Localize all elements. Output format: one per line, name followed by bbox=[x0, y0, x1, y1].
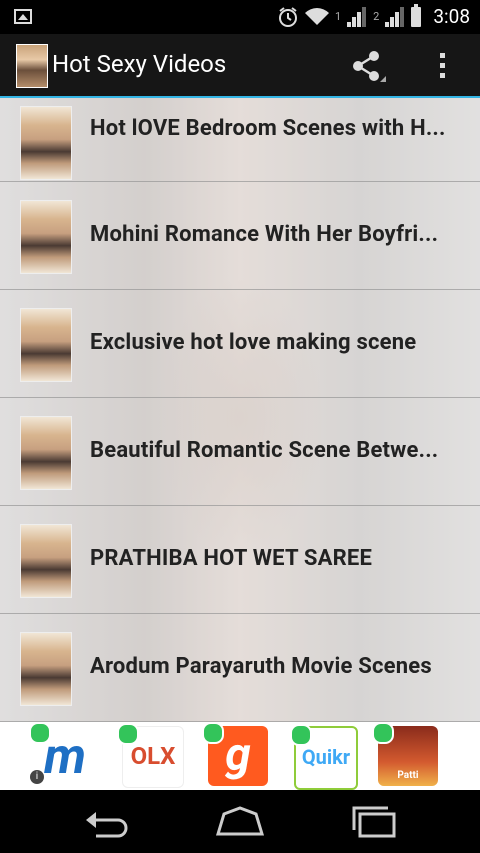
video-list: Hot lOVE Bedroom Scenes with H... Mohini… bbox=[0, 98, 480, 722]
video-thumbnail bbox=[20, 308, 72, 382]
app-icon[interactable] bbox=[16, 44, 48, 88]
share-button[interactable] bbox=[348, 48, 388, 84]
video-title: Arodum Parayaruth Movie Scenes bbox=[90, 654, 432, 679]
wifi-icon bbox=[304, 7, 329, 25]
ad-app-patti[interactable]: Patti bbox=[372, 722, 438, 786]
ad-app-g[interactable]: g bbox=[202, 722, 268, 786]
install-badge-icon bbox=[372, 722, 394, 744]
video-title: PRATHIBA HOT WET SAREE bbox=[90, 546, 373, 571]
list-item[interactable]: Hot lOVE Bedroom Scenes with H... bbox=[0, 98, 480, 182]
recents-icon bbox=[352, 806, 396, 838]
ad-app-quikr[interactable]: Quikr bbox=[290, 724, 358, 790]
system-nav-bar bbox=[0, 790, 480, 853]
gallery-notification-icon bbox=[14, 9, 32, 24]
video-title: Hot lOVE Bedroom Scenes with H... bbox=[90, 116, 446, 141]
video-thumbnail bbox=[20, 200, 72, 274]
home-icon bbox=[215, 806, 265, 836]
home-button[interactable] bbox=[214, 806, 265, 838]
video-thumbnail bbox=[20, 524, 72, 598]
video-title: Beautiful Romantic Scene Betwe... bbox=[90, 438, 439, 463]
video-list-container[interactable]: Hot lOVE Bedroom Scenes with H... Mohini… bbox=[0, 98, 480, 722]
video-title: Mohini Romance With Her Boyfri... bbox=[90, 222, 439, 247]
video-title: Exclusive hot love making scene bbox=[90, 330, 417, 355]
recents-button[interactable] bbox=[350, 806, 400, 838]
status-icons: 1 2 3:08 bbox=[277, 3, 470, 28]
ad-app-m[interactable]: m bbox=[29, 722, 95, 786]
list-item[interactable]: Mohini Romance With Her Boyfri... bbox=[0, 182, 480, 290]
video-thumbnail bbox=[20, 416, 72, 490]
list-item[interactable]: Exclusive hot love making scene bbox=[0, 290, 480, 398]
list-item[interactable]: PRATHIBA HOT WET SAREE bbox=[0, 506, 480, 614]
app-title: Hot Sexy Videos bbox=[52, 50, 227, 78]
video-thumbnail bbox=[20, 106, 72, 180]
overflow-menu-button[interactable] bbox=[428, 48, 456, 84]
list-item[interactable]: Arodum Parayaruth Movie Scenes bbox=[0, 614, 480, 722]
back-button[interactable] bbox=[82, 806, 132, 838]
action-bar: Hot Sexy Videos bbox=[0, 34, 480, 98]
alarm-icon bbox=[278, 6, 297, 27]
clock: 3:08 bbox=[433, 5, 470, 28]
video-thumbnail bbox=[20, 632, 72, 706]
status-bar: 1 2 3:08 bbox=[0, 0, 480, 34]
sim2-label: 2 bbox=[373, 10, 380, 23]
signal-1-icon bbox=[347, 6, 367, 27]
sim1-label: 1 bbox=[334, 10, 342, 23]
battery-icon bbox=[411, 3, 422, 27]
signal-2-icon bbox=[385, 6, 405, 27]
ad-app-olx[interactable]: OLX bbox=[117, 723, 184, 788]
ad-info-icon[interactable]: i bbox=[30, 770, 44, 784]
install-badge-icon bbox=[290, 724, 312, 746]
ad-banner: m i OLX g Quikr Patti bbox=[0, 722, 480, 790]
share-icon bbox=[353, 51, 386, 82]
back-icon bbox=[86, 812, 128, 838]
list-item[interactable]: Beautiful Romantic Scene Betwe... bbox=[0, 398, 480, 506]
